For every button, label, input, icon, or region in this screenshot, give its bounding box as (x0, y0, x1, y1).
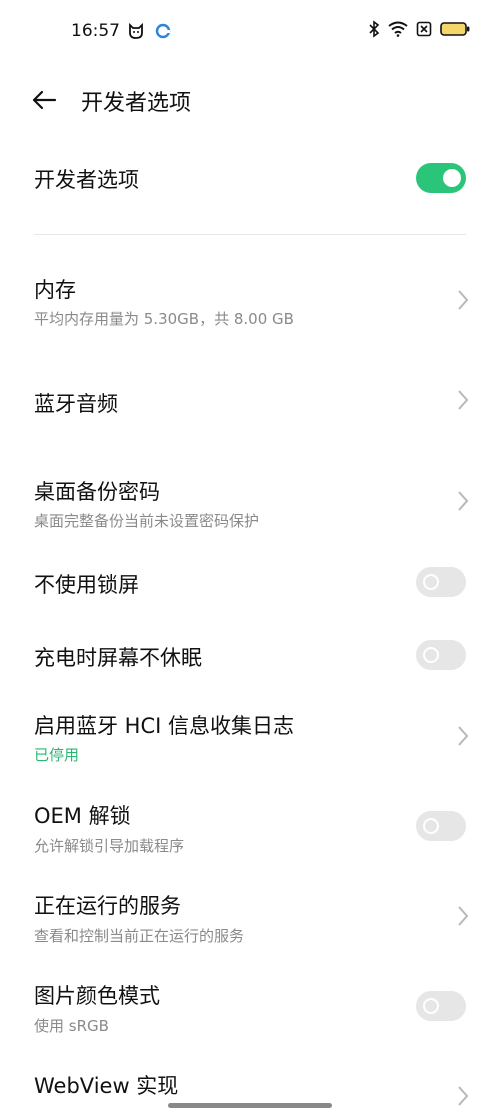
row-running-services[interactable]: 正在运行的服务 查看和控制当前正在运行的服务 (0, 880, 500, 960)
chevron-right-icon (458, 390, 469, 410)
toggle-knob (423, 818, 439, 834)
master-label: 开发者选项 (34, 168, 139, 192)
row-label: OEM 解锁 (34, 804, 131, 828)
section-divider (34, 234, 466, 235)
row-oem-unlock[interactable]: OEM 解锁 允许解锁引导加载程序 (0, 790, 500, 870)
toggle-knob (443, 169, 461, 187)
row-label: 启用蓝牙 HCI 信息收集日志 (34, 714, 294, 738)
chevron-right-icon (458, 491, 469, 511)
row-subtitle: 使用 sRGB (34, 1017, 109, 1035)
row-label: 不使用锁屏 (34, 573, 139, 597)
status-right-icons (368, 20, 470, 42)
toggle-knob (423, 574, 439, 590)
row-label: 桌面备份密码 (34, 480, 160, 504)
c-circle-icon (155, 23, 171, 43)
row-bluetooth-hci-log[interactable]: 启用蓝牙 HCI 信息收集日志 已停用 (0, 698, 500, 778)
row-stay-awake[interactable]: 充电时屏幕不休眠 (0, 632, 500, 682)
row-desktop-backup-password[interactable]: 桌面备份密码 桌面完整备份当前未设置密码保护 (0, 464, 500, 544)
row-memory[interactable]: 内存 平均内存用量为 5.30GB，共 8.00 GB (0, 262, 500, 342)
row-picture-color-mode[interactable]: 图片颜色模式 使用 sRGB (0, 970, 500, 1050)
sim-x-icon (416, 21, 432, 41)
row-label: 正在运行的服务 (34, 894, 181, 918)
stay-awake-toggle[interactable] (416, 640, 466, 670)
status-bar: 16:57 (0, 0, 500, 64)
row-label: 内存 (34, 278, 76, 302)
status-text: 已停用 (34, 746, 80, 764)
row-subtitle: 查看和控制当前正在运行的服务 (34, 927, 245, 945)
row-label: 蓝牙音频 (34, 392, 118, 416)
back-button[interactable] (28, 84, 60, 116)
toggle-knob (423, 647, 439, 663)
row-label: 图片颜色模式 (34, 984, 160, 1008)
developer-options-master-row[interactable]: 开发者选项 (0, 146, 500, 216)
wifi-icon (388, 21, 408, 41)
bluetooth-icon (368, 20, 380, 42)
oem-unlock-toggle[interactable] (416, 811, 466, 841)
no-lock-screen-toggle[interactable] (416, 567, 466, 597)
toggle-knob (423, 998, 439, 1014)
row-no-lock-screen[interactable]: 不使用锁屏 (0, 560, 500, 610)
battery-icon (440, 21, 470, 41)
row-label: 充电时屏幕不休眠 (34, 646, 202, 670)
row-subtitle: 桌面完整备份当前未设置密码保护 (34, 512, 260, 530)
row-subtitle: 允许解锁引导加载程序 (34, 837, 185, 855)
row-label: WebView 实现 (34, 1074, 179, 1098)
app-header: 开发者选项 (0, 64, 500, 136)
page-title: 开发者选项 (81, 91, 192, 116)
status-left-icons (127, 22, 171, 44)
cat-face-icon (127, 22, 145, 44)
developer-options-toggle[interactable] (416, 163, 466, 193)
home-indicator[interactable] (168, 1103, 332, 1108)
status-time: 16:57 (71, 21, 120, 41)
row-subtitle: 平均内存用量为 5.30GB，共 8.00 GB (34, 310, 294, 328)
chevron-right-icon (458, 726, 469, 746)
row-bluetooth-audio[interactable]: 蓝牙音频 (0, 370, 500, 430)
chevron-right-icon (458, 290, 469, 310)
chevron-right-icon (458, 906, 469, 926)
picture-color-mode-toggle[interactable] (416, 991, 466, 1021)
arrow-left-icon (32, 90, 57, 110)
chevron-right-icon (458, 1086, 469, 1106)
